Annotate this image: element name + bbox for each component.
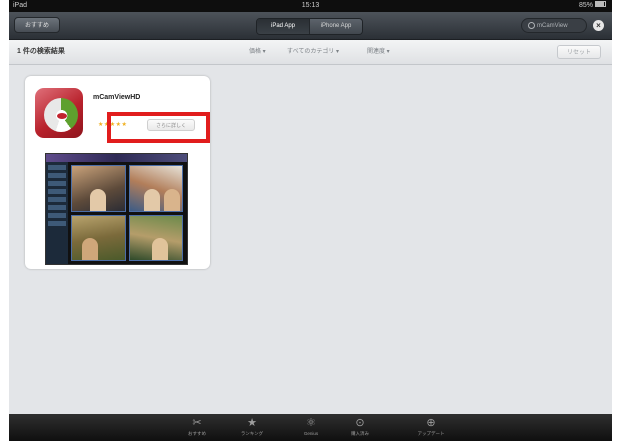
tab-label: アップデート <box>417 431 445 436</box>
tab-label: ランキング <box>240 431 264 436</box>
category-filter[interactable]: すべてのカテゴリ ▾ <box>287 40 339 64</box>
app-result-card[interactable]: mCamViewHD ★★★★★ さらに詳しく <box>25 76 210 269</box>
status-bar: iPad 15:13 85% <box>9 0 612 12</box>
genius-icon: ⚛ <box>306 417 316 429</box>
highlight-box <box>107 112 210 143</box>
tab-genius[interactable]: ⚛ Genius <box>291 416 331 441</box>
tab-label: Genius <box>303 431 319 436</box>
search-input[interactable]: mCamView <box>537 23 568 29</box>
tab-updates[interactable]: ⊕ アップデート <box>411 416 451 441</box>
tab-ipad-app[interactable]: iPad App <box>257 19 309 34</box>
tab-featured[interactable]: ✂ おすすめ <box>177 416 217 441</box>
relevance-filter[interactable]: 関連度 ▾ <box>367 40 390 64</box>
tab-ranking[interactable]: ★ ランキング <box>232 416 272 441</box>
filter-bar: 1 件の検索結果 価格 ▾ すべてのカテゴリ ▾ 関連度 ▾ リセット <box>9 40 612 65</box>
featured-icon: ✂ <box>192 417 202 429</box>
reset-button[interactable]: リセット <box>557 45 601 59</box>
clock: 15:13 <box>301 2 320 9</box>
app-name[interactable]: mCamViewHD <box>93 94 140 101</box>
camera-thumbnail <box>71 165 126 212</box>
app-icon[interactable] <box>35 88 83 138</box>
battery-indicator: 85% <box>579 0 606 12</box>
battery-icon <box>595 1 606 8</box>
device-segmented-control: iPad App iPhone App <box>256 18 363 35</box>
result-count: 1 件の検索結果 <box>17 48 65 55</box>
camera-thumbnail <box>128 214 183 261</box>
tab-label: おすすめ <box>188 431 206 436</box>
clear-search-icon[interactable]: × <box>593 20 604 31</box>
back-button[interactable]: おすすめ <box>14 17 60 33</box>
ipad-screen: iPad 15:13 85% おすすめ iPad App iPhone App … <box>9 0 612 441</box>
purchased-icon: ⊙ <box>355 417 365 429</box>
battery-percent: 85% <box>578 2 593 9</box>
camera-thumbnail <box>128 165 183 212</box>
updates-icon: ⊕ <box>426 417 436 429</box>
star-icon: ★ <box>247 417 257 429</box>
app-screenshot[interactable] <box>45 153 188 265</box>
camera-thumbnail <box>71 214 126 261</box>
tab-purchased[interactable]: ⊙ 購入済み <box>340 416 380 441</box>
price-filter[interactable]: 価格 ▾ <box>249 40 266 64</box>
navigation-bar: おすすめ iPad App iPhone App mCamView × <box>9 12 612 40</box>
tab-label: 購入済み <box>351 431 369 436</box>
search-icon <box>528 21 535 29</box>
tab-bar: ✂ おすすめ ★ ランキング ⚛ Genius ⊙ 購入済み ⊕ アップデート <box>9 414 612 441</box>
tab-iphone-app[interactable]: iPhone App <box>309 19 362 34</box>
search-field[interactable]: mCamView <box>521 18 587 33</box>
